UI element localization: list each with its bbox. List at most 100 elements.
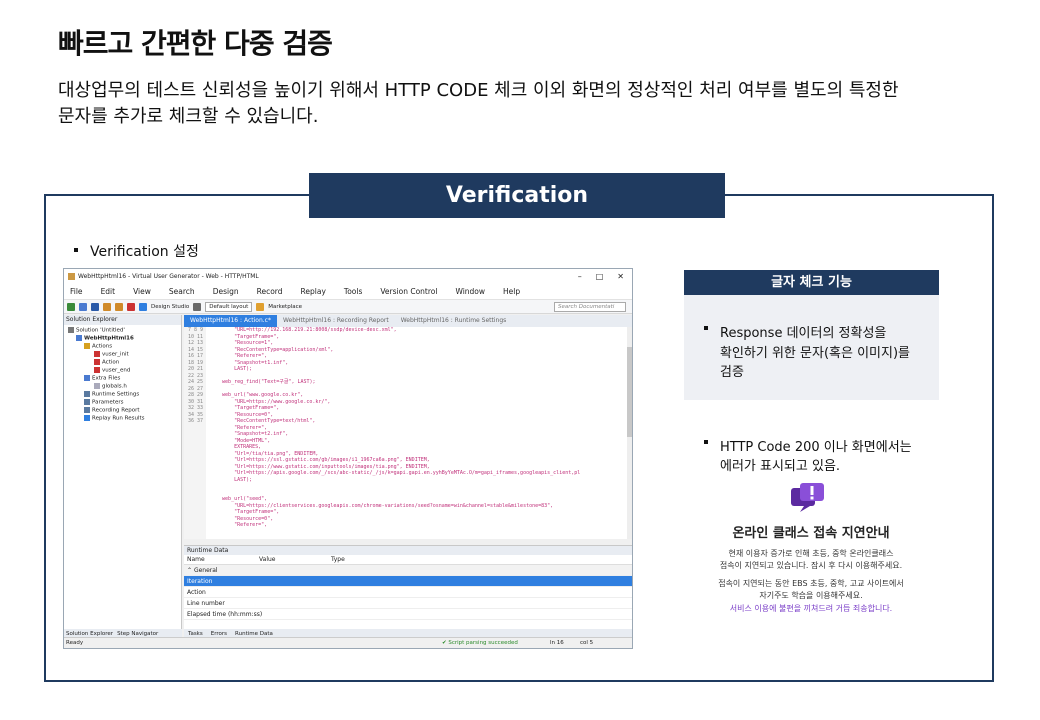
runtime-row[interactable]: Elapsed time (hh:mm:ss) — [184, 609, 632, 620]
status-bar: Ready ✔ Script parsing succeeded ln 16 c… — [64, 637, 632, 648]
tree-item-action[interactable]: Action — [94, 359, 119, 366]
menu-replay[interactable]: Replay — [301, 287, 326, 296]
notice-line-accent: 서비스 이용에 불편을 끼쳐드려 거듭 죄송합니다. — [729, 604, 893, 613]
tree-item-parameters[interactable]: Parameters — [84, 399, 123, 406]
feature-bullet-text: 확인하기 위한 문자(혹은 이미지)를 — [720, 346, 910, 361]
code-editor: WebHttpHtml16 : Action.c* WebHttpHtml16 … — [184, 315, 632, 539]
notice-chat-icon — [791, 483, 824, 512]
action-icon — [94, 367, 100, 373]
action-icon — [94, 359, 100, 365]
notice-line: 현재 이용자 증가로 인해 초등, 중학 온라인클래스 — [728, 549, 894, 558]
bulb-icon[interactable] — [256, 302, 265, 311]
menu-record[interactable]: Record — [257, 287, 283, 296]
bullet-text: Verification 설정 — [90, 244, 199, 260]
script-code[interactable]: "URL=http://192.168.219.21:8008/ssdp/dev… — [210, 327, 626, 539]
bullet-dot — [704, 436, 720, 452]
file-icon — [94, 383, 100, 389]
script-icon — [76, 335, 82, 341]
tree-item-replay-results[interactable]: Replay Run Results — [84, 415, 145, 422]
tree-item-vuser-init[interactable]: vuser_init — [94, 351, 129, 358]
tab-recording-report[interactable]: WebHttpHtml16 : Recording Report — [277, 315, 395, 327]
marketplace-button[interactable]: Marketplace — [268, 304, 302, 310]
folder-icon — [84, 375, 90, 381]
page-title: 빠르고 간편한 다중 검증 — [58, 27, 333, 60]
column-value: Value — [259, 556, 276, 563]
tree-item-globals[interactable]: globals.h — [94, 383, 127, 390]
bullet-dot — [704, 322, 720, 338]
menu-tools[interactable]: Tools — [344, 287, 362, 296]
runtime-data-header: Runtime Data — [184, 546, 632, 555]
menu-file[interactable]: File — [70, 287, 83, 296]
line-number-gutter: 7 8 9 10 11 12 13 14 15 16 17 18 19 20 2… — [184, 327, 206, 539]
search-documentation-input[interactable]: Search Documentati — [554, 301, 626, 312]
menu-design[interactable]: Design — [213, 287, 239, 296]
record-icon[interactable] — [127, 302, 135, 311]
notice-title: 온라인 클래스 접속 지연안내 — [732, 526, 890, 541]
report-icon — [84, 407, 90, 413]
feature-bullet-text: Response 데이터의 정확성을 — [720, 326, 887, 341]
feature-bullet-text: 검증 — [720, 365, 744, 380]
maximize-icon[interactable]: □ — [596, 272, 604, 281]
layout-select[interactable]: Default layout — [205, 301, 253, 312]
step-icon[interactable] — [193, 302, 202, 311]
menu-help[interactable]: Help — [503, 287, 520, 296]
status-parse-result: ✔ Script parsing succeeded — [442, 640, 518, 646]
results-icon — [84, 415, 90, 421]
column-type: Type — [331, 556, 345, 563]
redo-icon[interactable] — [115, 302, 123, 311]
bullet-dot — [74, 248, 78, 252]
description-line: 대상업무의 테스트 신뢰성을 높이기 위해서 HTTP CODE 체크 이외 화… — [58, 80, 899, 101]
tab-action-c[interactable]: WebHttpHtml16 : Action.c* — [184, 315, 277, 327]
menu-version-control[interactable]: Version Control — [380, 287, 437, 296]
menu-search[interactable]: Search — [169, 287, 195, 296]
notice-line: 접속이 지연되고 있습니다. 잠시 후 다시 이용해주세요. — [719, 561, 903, 570]
feature-title: 글자 체크 기능 — [684, 270, 939, 295]
action-icon — [94, 351, 100, 357]
undo-icon[interactable] — [103, 302, 111, 311]
feature-bullet-text: 에러가 표시되고 있음. — [720, 459, 841, 474]
explorer-header: Solution Explorer — [64, 315, 181, 325]
window-title: WebHttpHtml16 - Virtual User Generator -… — [78, 272, 259, 280]
feature-bullet-text: HTTP Code 200 이나 화면에서는 — [720, 440, 912, 455]
runtime-group-general[interactable]: ⌃ General — [184, 565, 632, 576]
page-description: 대상업무의 테스트 신뢰성을 높이기 위해서 HTTP CODE 체크 이외 화… — [58, 78, 1018, 130]
runtime-row[interactable]: Action — [184, 587, 632, 598]
tree-item-recording-report[interactable]: Recording Report — [84, 407, 140, 414]
folder-icon — [84, 343, 90, 349]
minimize-icon[interactable]: – — [578, 272, 582, 281]
runtime-row[interactable]: Iteration — [184, 576, 632, 587]
tree-item-runtime-settings[interactable]: Runtime Settings — [84, 391, 139, 398]
solution-icon — [68, 327, 74, 333]
verification-setting-bullet: Verification 설정 — [74, 241, 199, 261]
design-studio-button[interactable]: Design Studio — [151, 304, 189, 310]
tree-item-actions[interactable]: Actions — [84, 343, 112, 350]
replay-icon[interactable] — [139, 302, 147, 311]
description-line: 문자를 추가로 체크할 수 있습니다. — [58, 106, 319, 127]
runtime-row[interactable]: Line number — [184, 598, 632, 609]
toolbar: Design Studio Default layout Marketplace… — [64, 299, 632, 314]
close-icon[interactable]: ✕ — [617, 272, 624, 281]
settings-icon — [84, 391, 90, 397]
tab-runtime-settings[interactable]: WebHttpHtml16 : Runtime Settings — [395, 315, 513, 327]
menu-window[interactable]: Window — [455, 287, 485, 296]
scroll-thumb[interactable] — [627, 347, 632, 437]
runtime-columns: Name Value Type — [184, 555, 632, 565]
menu-view[interactable]: View — [133, 287, 151, 296]
new-icon[interactable] — [67, 302, 75, 311]
solution-explorer: Solution Explorer Solution 'Untitled' We… — [64, 315, 182, 639]
tree-item-vuser-end[interactable]: vuser_end — [94, 367, 130, 374]
status-ready: Ready — [66, 640, 84, 646]
tree-item-script[interactable]: WebHttpHtml16 — [76, 335, 134, 342]
runtime-data-pane: Runtime Data Name Value Type ⌃ General I… — [184, 545, 632, 639]
menu-edit[interactable]: Edit — [101, 287, 116, 296]
tree-item-extra-files[interactable]: Extra Files — [84, 375, 120, 382]
save-icon[interactable] — [91, 302, 99, 311]
open-icon[interactable] — [79, 302, 87, 311]
editor-scrollbar[interactable] — [627, 327, 632, 539]
menu-bar: File Edit View Search Design Record Repl… — [64, 283, 632, 299]
tree-item-solution[interactable]: Solution 'Untitled' — [68, 327, 125, 334]
editor-tabs: WebHttpHtml16 : Action.c* WebHttpHtml16 … — [184, 315, 632, 327]
notice-line: 접속이 지연되는 동안 EBS 초등, 중학, 고교 사이트에서 — [718, 579, 904, 588]
status-column: col 5 — [580, 640, 594, 646]
notice-line: 자기주도 학습을 이용해주세요. — [759, 591, 863, 600]
